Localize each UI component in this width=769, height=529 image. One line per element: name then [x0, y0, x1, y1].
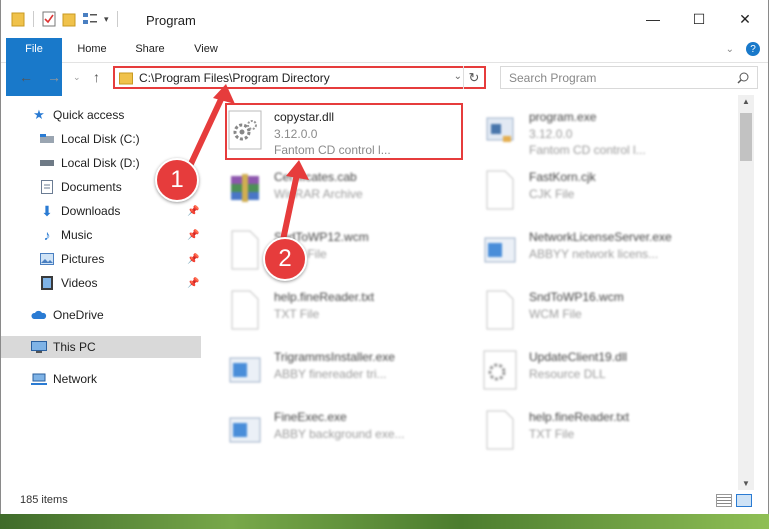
explorer-window: ▾ Program — ☐ ✕ File Home Share View ⌄ ?… [0, 0, 769, 514]
arrow-2-head [286, 160, 309, 180]
arrow-1-head [213, 84, 235, 104]
arrow-2-shaft [280, 171, 300, 243]
callout-arrows [186, 84, 309, 243]
callout-badge-1: 1 [155, 158, 199, 202]
desktop-background [0, 514, 769, 529]
callout-badge-2: 2 [263, 237, 307, 281]
arrow-1-shaft [186, 92, 226, 171]
